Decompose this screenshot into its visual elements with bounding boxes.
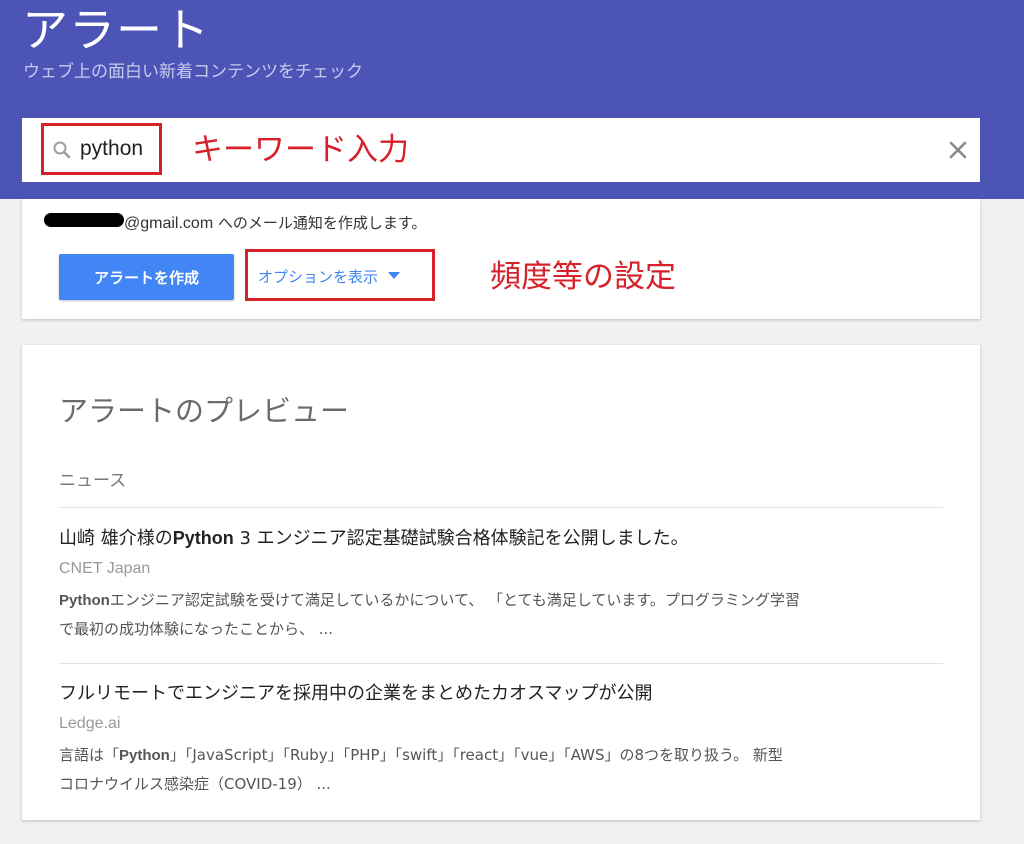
divider	[59, 663, 943, 664]
alert-settings-card: @gmail.com へのメール通知を作成します。 アラートを作成 オプションを…	[22, 199, 980, 319]
news-item-title[interactable]: 山崎 雄介様のPython 3 エンジニア認定基礎試験合格体験記を公開しました。	[59, 525, 949, 552]
search-icon	[52, 140, 72, 160]
options-highlight-box: オプションを表示	[245, 249, 435, 301]
keyword-annotation: キーワード入力	[192, 132, 409, 168]
preview-title: アラートのプレビュー	[59, 394, 350, 428]
frequency-annotation: 頻度等の設定	[490, 259, 676, 295]
news-item-title[interactable]: フルリモートでエンジニアを採用中の企業をまとめたカオスマップが公開	[59, 681, 949, 707]
news-item-snippet: Pythonエンジニア認定試験を受けて満足しているかについて、 「とても満足して…	[59, 591, 800, 638]
news-item-source: CNET Japan	[59, 560, 151, 577]
search-bar: キーワード入力	[22, 118, 980, 182]
search-input[interactable]	[80, 135, 158, 163]
search-highlight-box	[41, 123, 162, 175]
news-section-label: ニュース	[59, 471, 127, 491]
email-domain: @gmail.com	[124, 215, 214, 232]
show-options-button[interactable]: オプションを表示	[258, 263, 401, 289]
news-item-snippet: 言語は「Python」「JavaScript」「Ruby」「PHP」「swift…	[59, 746, 783, 793]
close-icon[interactable]	[948, 140, 968, 160]
alert-preview-card: アラートのプレビュー ニュース 山崎 雄介様のPython 3 エンジニア認定基…	[22, 345, 980, 820]
app-title: アラート	[22, 3, 210, 57]
divider	[59, 507, 943, 508]
email-notice: @gmail.com へのメール通知を作成します。	[124, 212, 426, 233]
app-subtitle: ウェブ上の面白い新着コンテンツをチェック	[23, 62, 363, 82]
show-options-label: オプションを表示	[258, 267, 379, 286]
news-item: フルリモートでエンジニアを採用中の企業をまとめたカオスマップが公開 Ledge.…	[59, 681, 949, 799]
redacted-email-name	[44, 213, 124, 227]
email-notice-text: へのメール通知を作成します。	[213, 214, 427, 232]
news-item-source: Ledge.ai	[59, 715, 121, 732]
news-item: 山崎 雄介様のPython 3 エンジニア認定基礎試験合格体験記を公開しました。…	[59, 525, 949, 644]
caret-down-icon	[388, 272, 401, 279]
create-alert-button[interactable]: アラートを作成	[59, 254, 234, 300]
